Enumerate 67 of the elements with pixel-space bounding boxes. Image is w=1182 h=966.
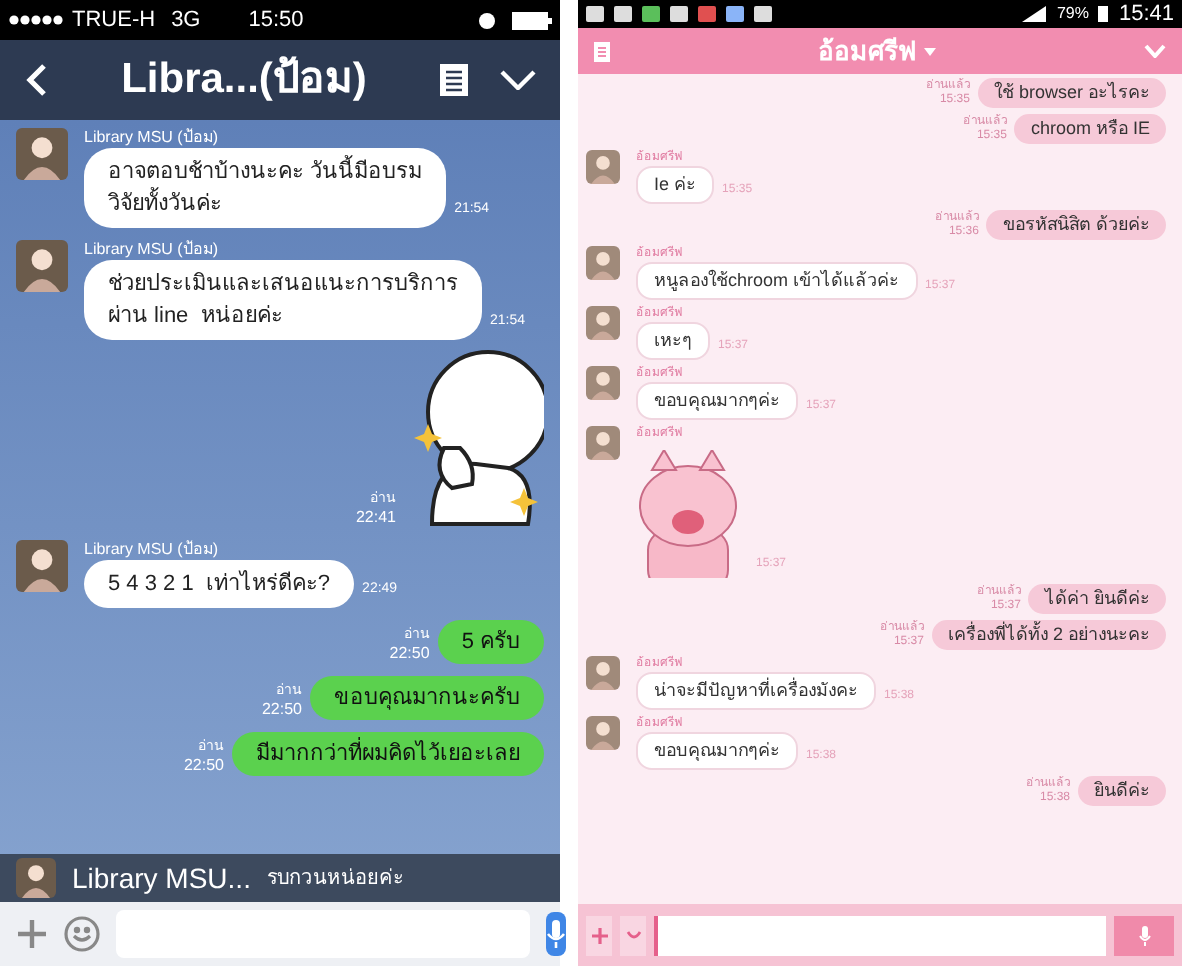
message-input[interactable] xyxy=(654,915,1106,955)
message-bubble: 5 4 3 2 1 เท่าไหร่ดีคะ? xyxy=(84,560,355,608)
emoji-button[interactable] xyxy=(620,915,646,955)
avatar-icon xyxy=(16,240,68,292)
avatar-icon xyxy=(16,128,68,180)
message-bubble: chroom หรือ IE xyxy=(1014,114,1166,144)
message-bubble: ใช้ browser อะไรคะ xyxy=(977,78,1166,108)
avatar-icon xyxy=(586,426,620,460)
sender-name: Library MSU (ป้อม) xyxy=(84,128,221,148)
message-time: 22:50 xyxy=(389,644,430,664)
message-bubble: ช่วยประเมินและเสนอแนะการบริการ ผ่าน line หน่อยค่ะ xyxy=(84,260,482,340)
avatar-icon xyxy=(586,716,620,750)
note-icon[interactable] xyxy=(440,64,468,96)
message-bubble: Ie ค่ะ xyxy=(636,166,715,204)
clock-text: 15:50 xyxy=(248,5,306,36)
smile-icon xyxy=(625,930,641,940)
chat-title: อ้อมศรีฟ xyxy=(818,33,916,70)
battery-percent: 79% xyxy=(1056,2,1089,26)
microphone-button[interactable] xyxy=(1114,915,1174,955)
message-bubble: ได้ค่า ยินดีค่ะ xyxy=(1028,584,1166,614)
message-time: 22:50 xyxy=(183,756,224,776)
chevron-down-icon[interactable] xyxy=(500,70,536,90)
sender-name: Library MSU (ป้อม) xyxy=(84,240,221,260)
message-time: 22:50 xyxy=(261,700,302,720)
message-time: 22:41 xyxy=(355,508,396,528)
avatar-icon xyxy=(586,656,620,690)
sender-name: Library MSU (ป้อม) xyxy=(84,540,221,560)
microphone-icon xyxy=(1137,925,1151,945)
message-bubble: มีมากกว่าที่ผมคิดไว้เยอะเลย xyxy=(232,732,544,776)
message-bubble: เหะๆ xyxy=(636,322,710,360)
avatar-icon xyxy=(16,858,56,898)
message-bubble: ขอบคุณมากนะครับ xyxy=(310,676,544,720)
chat-title: Libra...(ป้อม) xyxy=(119,54,369,107)
message-bubble: อาจตอบช้าบ้างนะคะ วันนี้มีอบรม วิจัยทั้งวันค่ะ xyxy=(84,148,447,228)
battery-icon xyxy=(512,11,552,29)
message-bubble: ขอบคุณมากๆค่ะ xyxy=(636,732,798,770)
network-text: 3G xyxy=(171,5,201,36)
emoji-icon[interactable] xyxy=(64,916,100,952)
plus-icon[interactable] xyxy=(16,918,48,950)
avatar-icon xyxy=(586,366,620,400)
notification-sender: Library MSU... xyxy=(72,859,251,898)
microphone-icon xyxy=(546,920,566,948)
avatar-icon xyxy=(586,306,620,340)
message-bubble: ยินดีค่ะ xyxy=(1078,776,1166,806)
menu-icon[interactable] xyxy=(594,41,610,61)
message-bubble: น่าจะมีปัญหาที่เครื่องมังคะ xyxy=(636,672,876,710)
notification-text: รบกวนหน่อยค่ะ xyxy=(266,865,403,893)
message-bubble: หนูลองใช้chroom เข้าได้แล้วค่ะ xyxy=(636,262,918,300)
avatar-icon xyxy=(586,246,620,280)
back-icon[interactable] xyxy=(24,62,48,98)
plus-icon xyxy=(591,927,607,943)
microphone-button[interactable] xyxy=(546,912,566,956)
avatar-icon xyxy=(586,150,620,184)
notification-banner[interactable]: Library MSU... รบกวนหน่อยค่ะ xyxy=(0,854,560,902)
message-bubble: ขอรหัสนิสิต ด้วยค่ะ xyxy=(986,210,1166,240)
alarm-icon xyxy=(478,11,496,29)
signal-icon xyxy=(8,14,64,26)
caret-icon xyxy=(924,47,936,55)
message-bubble: ขอบคุณมากๆค่ะ xyxy=(636,382,798,420)
message-bubble: เครื่องพี่ได้ทั้ง 2 อย่างนะคะ xyxy=(931,620,1166,650)
signal-icon xyxy=(1022,6,1047,22)
message-bubble: 5 ครับ xyxy=(437,620,544,664)
clock-text: 15:41 xyxy=(1118,0,1174,30)
battery-icon xyxy=(1098,6,1109,22)
plus-button[interactable] xyxy=(586,915,612,955)
avatar-icon xyxy=(16,540,68,592)
carrier-text: TRUE-H xyxy=(72,5,156,36)
